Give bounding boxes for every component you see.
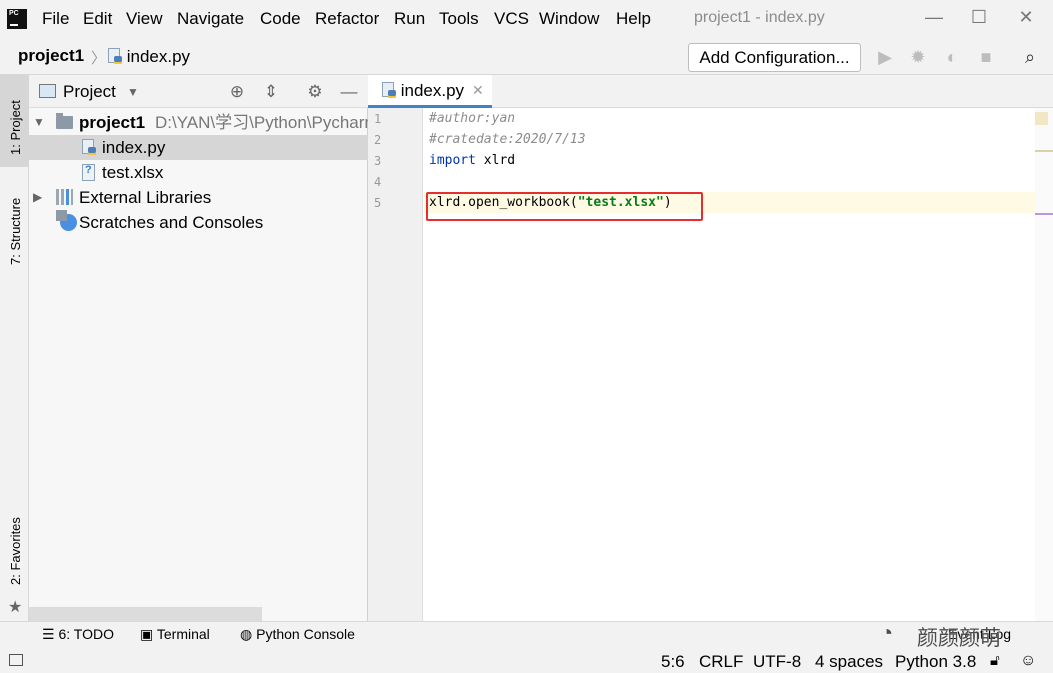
python-console-tool-button[interactable]: ◍ Python Console [240,626,355,643]
project-pane: Project ▼ ⊕ ⇕ ⚙ — ▼ project1 D:\YAN\学习\P… [29,75,368,621]
info-marker[interactable] [1035,213,1053,215]
line-number: 3 [374,154,382,168]
python-file-icon [107,48,122,65]
editor-tab-bar: index.py ✕ [368,75,1053,108]
tree-item-external-libraries[interactable]: ▶ External Libraries [29,185,368,210]
stop-icon[interactable]: ■ [975,46,997,68]
menu-vcs[interactable]: VCS [494,9,529,29]
menu-run[interactable]: Run [394,9,425,29]
interpreter[interactable]: Python 3.8 [895,652,976,672]
line-separator[interactable]: CRLF [699,652,743,672]
pycharm-window: PC File Edit View Navigate Code Refactor… [0,0,1053,673]
add-configuration-button[interactable]: Add Configuration... [688,43,861,72]
gear-icon[interactable]: ⚙ [303,81,327,103]
error-stripe[interactable] [1035,108,1053,621]
breadcrumb-file-label: index.py [126,47,191,66]
menu-view[interactable]: View [126,9,163,29]
tree-item-index-py[interactable]: index.py [29,135,368,160]
editor[interactable]: index.py ✕ 1 2 3 4 5 #author:yan #crated… [368,75,1053,621]
chevron-down-icon[interactable]: ▼ [33,110,45,135]
tree-item-label: External Libraries [79,188,212,207]
inspector-icon[interactable]: ☺ [1020,652,1036,670]
chevron-right-icon[interactable]: ▶ [33,185,42,210]
tree-item-label: index.py [102,138,166,157]
hide-icon[interactable]: — [337,81,361,103]
favorites-tool-button[interactable]: 2: Favorites [8,517,23,585]
pycharm-logo: PC [7,9,27,29]
terminal-tool-button[interactable]: ▣ Terminal [140,626,210,643]
code-line-2[interactable]: #cratedate:2020/7/13 [429,132,586,147]
minimize-icon[interactable]: — [919,5,949,29]
line-number: 1 [374,112,382,126]
line-number: 4 [374,175,382,189]
breadcrumb-file[interactable]: index.py [107,47,190,67]
tool-window-toggle-icon[interactable] [9,654,23,666]
watermark: 颜颜颜萌 [917,627,1001,650]
close-window-icon[interactable]: ✕ [1011,5,1041,29]
tree-item-label: test.xlsx [102,163,164,182]
structure-tool-button[interactable]: 7: Structure [8,198,23,265]
menubar: PC File Edit View Navigate Code Refactor… [0,0,1053,38]
project-root-path: D:\YAN\学习\Python\Pycharm [155,113,368,132]
warning-marker[interactable] [1035,150,1053,152]
caret-position[interactable]: 5:6 [661,652,685,672]
python-file-icon [381,82,396,99]
todo-tool-button[interactable]: ☰ 6: TODO [42,626,114,643]
left-tool-stripe: 1: Project 7: Structure 2: Favorites ★ [0,75,29,621]
python-console-label: Python Console [256,626,355,642]
status-bar: ☰ 6: TODO ▣ Terminal ◍ Python Console Ev… [0,620,1053,673]
chevron-down-icon[interactable]: ▼ [121,81,145,103]
locate-icon[interactable]: ⊕ [225,81,249,103]
lock-icon[interactable]: 🔓︎ [990,652,1000,669]
menu-code[interactable]: Code [260,9,301,29]
search-icon[interactable]: ⌕ [1019,46,1041,68]
navigation-bar: project1 〉 index.py Add Configuration...… [0,38,1053,75]
breadcrumb-separator-icon: 〉 [91,50,107,67]
code-line-3[interactable]: import xlrd [429,153,515,168]
maximize-icon[interactable]: ☐ [964,5,994,29]
star-icon: ★ [8,599,23,616]
collapse-all-icon[interactable]: ⇕ [259,81,283,103]
menu-window[interactable]: Window [539,9,599,29]
tree-item-label: Scratches and Consoles [79,213,264,232]
menu-help[interactable]: Help [616,9,651,29]
tree-item-scratches[interactable]: Scratches and Consoles [29,210,368,235]
library-icon [56,185,73,210]
project-root-label: project1 [79,113,146,132]
coverage-icon[interactable]: ◐ [941,46,963,68]
unknown-file-icon [82,160,95,185]
indent-setting[interactable]: 4 spaces [815,652,883,672]
inspection-status-icon[interactable] [1035,112,1048,125]
wechat-icon: ◔ [880,620,894,645]
menu-edit[interactable]: Edit [83,9,112,29]
menu-navigate[interactable]: Navigate [177,9,244,29]
close-tab-icon[interactable]: ✕ [472,75,484,106]
breadcrumb-project[interactable]: project1 [18,46,84,66]
file-encoding[interactable]: UTF-8 [753,652,801,672]
project-pane-title[interactable]: Project [63,82,116,102]
project-view-icon [39,84,56,98]
folder-icon [56,110,73,135]
window-title: project1 - index.py [694,9,825,26]
scratches-icon [56,210,77,235]
menu-tools[interactable]: Tools [439,9,479,29]
todo-label: 6: TODO [58,626,114,642]
menu-refactor[interactable]: Refactor [315,9,379,29]
debug-icon[interactable]: ✹ [907,46,929,68]
red-highlight-box [426,192,703,221]
run-icon[interactable]: ▶ [874,46,896,68]
code-line-1[interactable]: #author:yan [429,111,515,126]
line-number: 2 [374,133,382,147]
menu-file[interactable]: File [42,9,69,29]
tree-item-project1[interactable]: ▼ project1 D:\YAN\学习\Python\Pycharm [29,110,368,135]
python-file-icon [81,135,96,160]
horizontal-scrollbar[interactable] [29,607,262,621]
tree-item-test-xlsx[interactable]: test.xlsx [29,160,368,185]
terminal-label: Terminal [156,626,210,642]
project-tool-button[interactable]: 1: Project [8,100,23,155]
project-pane-header: Project ▼ ⊕ ⇕ ⚙ — [29,75,368,108]
line-number: 5 [374,196,382,210]
tab-index-py[interactable]: index.py ✕ [368,75,492,108]
tab-label: index.py [400,81,465,100]
